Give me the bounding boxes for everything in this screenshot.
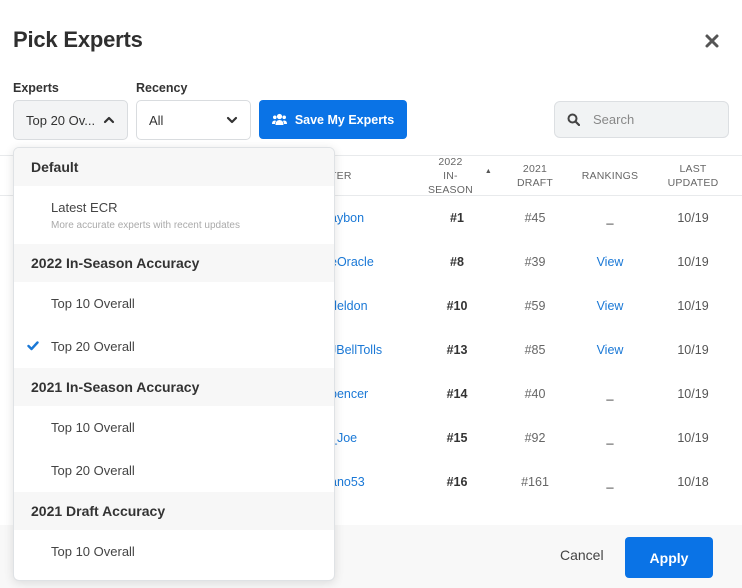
dropdown-group-header: 2021 In-Season Accuracy [14, 368, 334, 406]
header-2021-draft[interactable]: 2021 DRAFT [500, 156, 570, 196]
view-rankings-link[interactable]: View [575, 284, 645, 328]
checkmark-icon [27, 341, 39, 351]
chevron-down-icon [226, 116, 238, 124]
in-season-rank: #16 [446, 475, 468, 489]
last-updated: 10/19 [677, 299, 709, 313]
expert-name-link[interactable]: ano53 [330, 460, 420, 504]
sort-asc-icon: ▲ [484, 168, 492, 175]
header-insea-line1: 2022 [438, 156, 463, 168]
pick-experts-modal: Pick Experts Experts Recency Top 20 Ov..… [0, 0, 742, 588]
view-rankings-link[interactable]: View [575, 240, 645, 284]
option-label: Latest ECR [51, 199, 118, 215]
rankings-empty: _ [606, 387, 614, 401]
header-updated-line2: UPDATED [667, 177, 719, 189]
header-updated-line1: LAST [679, 163, 707, 175]
draft-rank: #161 [521, 475, 549, 489]
in-season-rank: #14 [446, 387, 468, 401]
draft-rank: #92 [524, 431, 546, 445]
dropdown-option-latest-ecr[interactable]: Latest ECR More accurate experts with re… [14, 186, 334, 244]
search-box[interactable] [554, 101, 729, 138]
option-label: Top 10 Overall [51, 420, 135, 435]
draft-rank: #85 [524, 343, 546, 357]
header-name[interactable]: TER [330, 156, 420, 196]
expert-name-link[interactable]: JBellTolls [330, 328, 420, 372]
option-label: Top 20 Overall [51, 339, 135, 354]
experts-label: Experts [13, 81, 59, 95]
option-label: Top 20 Overall [51, 463, 135, 478]
draft-rank: #45 [524, 211, 546, 225]
dropdown-group-header: Default [14, 148, 334, 186]
last-updated: 10/19 [677, 343, 709, 357]
save-my-experts-button[interactable]: Save My Experts [259, 100, 407, 139]
header-draft-line2: DRAFT [517, 177, 553, 189]
last-updated: 10/19 [677, 255, 709, 269]
option-description: More accurate experts with recent update… [51, 219, 240, 231]
dropdown-group-header: 2022 In-Season Accuracy [14, 244, 334, 282]
recency-select-value: All [149, 112, 164, 128]
expert-name-link[interactable]: eOracle [330, 240, 420, 284]
rankings-empty: _ [606, 431, 614, 445]
dropdown-option-2022-top-10[interactable]: Top 10 Overall [14, 282, 334, 325]
cancel-button[interactable]: Cancel [560, 547, 604, 563]
draft-rank: #39 [524, 255, 546, 269]
last-updated: 10/19 [677, 211, 709, 225]
draft-rank: #59 [524, 299, 546, 313]
in-season-rank: #10 [446, 299, 468, 313]
header-2022-in-season[interactable]: 2022 IN-SEASON ▲ [422, 156, 492, 196]
dropdown-option-2021-in-season-top-10[interactable]: Top 10 Overall [14, 406, 334, 449]
header-rankings[interactable]: RANKINGS [575, 156, 645, 196]
header-last-updated[interactable]: LAST UPDATED [658, 156, 728, 196]
last-updated: 10/18 [677, 475, 709, 489]
apply-button[interactable]: Apply [625, 537, 713, 578]
expert-name-link[interactable]: aybon [330, 196, 420, 240]
users-icon [271, 113, 287, 125]
save-my-experts-label: Save My Experts [294, 112, 395, 127]
experts-select-value: Top 20 Ov... [26, 112, 96, 128]
header-insea-line2: IN-SEASON [427, 170, 473, 196]
rankings-empty: _ [606, 211, 614, 225]
expert-name-link[interactable]: deldon [330, 284, 420, 328]
draft-rank: #40 [524, 387, 546, 401]
close-button[interactable] [704, 33, 720, 49]
recency-select[interactable]: All [136, 100, 251, 140]
expert-name-link[interactable]: pencer [330, 372, 420, 416]
experts-select[interactable]: Top 20 Ov... [13, 100, 128, 140]
in-season-rank: #1 [450, 211, 464, 225]
header-draft-line1: 2021 [522, 163, 548, 175]
dropdown-group-header: 2021 Draft Accuracy [14, 492, 334, 530]
dropdown-option-2021-draft-top-10[interactable]: Top 10 Overall [14, 530, 334, 573]
chevron-up-icon [103, 116, 115, 124]
in-season-rank: #8 [450, 255, 464, 269]
modal-title: Pick Experts [13, 27, 143, 52]
experts-dropdown-menu: Default Latest ECR More accurate experts… [13, 147, 335, 581]
last-updated: 10/19 [677, 431, 709, 445]
rankings-empty: _ [606, 475, 614, 489]
in-season-rank: #15 [446, 431, 468, 445]
view-rankings-link[interactable]: View [575, 328, 645, 372]
search-input[interactable] [593, 112, 713, 127]
recency-label: Recency [136, 81, 188, 95]
option-label: Top 10 Overall [51, 544, 135, 559]
search-icon [567, 113, 580, 126]
dropdown-option-2021-in-season-top-20[interactable]: Top 20 Overall [14, 449, 334, 492]
in-season-rank: #13 [446, 343, 468, 357]
close-icon [705, 34, 719, 48]
expert-name-link[interactable]: _Joe [330, 416, 420, 460]
option-label: Top 10 Overall [51, 296, 135, 311]
dropdown-option-2022-top-20[interactable]: Top 20 Overall [14, 325, 334, 368]
last-updated: 10/19 [677, 387, 709, 401]
